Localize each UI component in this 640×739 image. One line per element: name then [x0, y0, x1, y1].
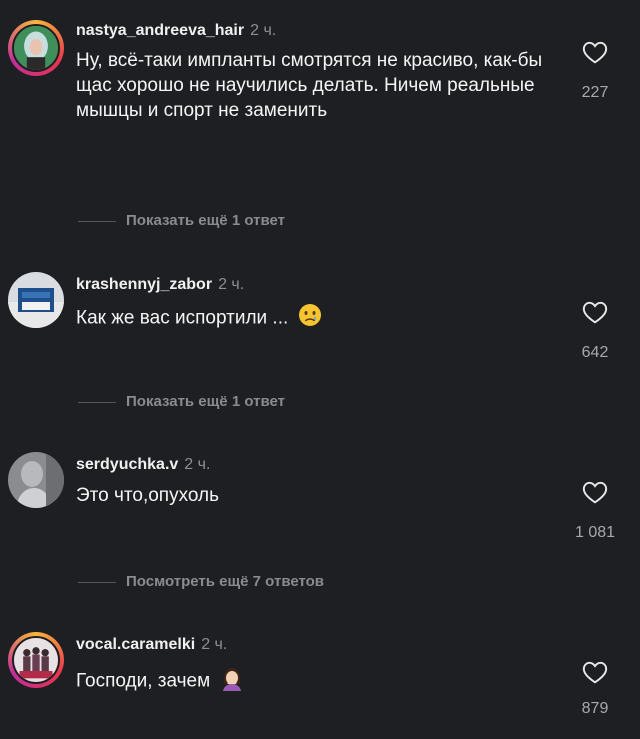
comment-header: serdyuchka.v 2 ч. [76, 456, 210, 474]
comment-text-row: Как же вас испортили ... [76, 303, 576, 334]
username[interactable]: nastya_andreeva_hair [76, 22, 244, 39]
divider [78, 220, 116, 222]
avatar[interactable] [8, 20, 64, 76]
timestamp: 2 ч. [201, 636, 228, 653]
facepalm-woman-icon [219, 665, 245, 698]
like-count: 227 [581, 84, 609, 101]
comment-item: nastya_andreeva_hair 2 ч. Ну, всё-таки им… [0, 0, 640, 260]
username[interactable]: vocal.caramelki [76, 636, 195, 653]
heart-icon[interactable] [582, 480, 608, 504]
username[interactable]: serdyuchka.v [76, 456, 178, 473]
comment-text: Как же вас испортили ... [76, 307, 289, 329]
like-control: 227 [572, 40, 618, 102]
like-control: 642 [572, 300, 618, 362]
avatar[interactable] [8, 632, 64, 688]
comment-text: Это что,опухоль [76, 485, 220, 506]
like-count: 879 [581, 700, 609, 717]
comment-item: krashennyj_zabor 2 ч. Как же вас испортил… [0, 260, 640, 440]
comment-header: nastya_andreeva_hair 2 ч. [76, 22, 276, 40]
comment-text: Господи, зачем [76, 670, 211, 692]
show-replies-button[interactable]: Показать ещё 1 ответ [78, 212, 285, 229]
timestamp: 2 ч. [218, 276, 245, 293]
comment-item: serdyuchka.v 2 ч. Это что,опухоль 1 081 П… [0, 440, 640, 620]
crying-face-icon [298, 303, 322, 334]
like-control: 1 081 [572, 480, 618, 542]
like-control: 879 [572, 660, 618, 718]
heart-icon[interactable] [582, 300, 608, 324]
comment-text: Ну, всё-таки импланты смотрятся не краси… [76, 50, 543, 121]
username[interactable]: krashennyj_zabor [76, 276, 212, 293]
avatar[interactable] [8, 452, 64, 508]
show-replies-button[interactable]: Посмотреть ещё 7 ответов [78, 573, 324, 590]
comment-header: krashennyj_zabor 2 ч. [76, 276, 244, 294]
heart-icon[interactable] [582, 40, 608, 64]
like-count: 1 081 [574, 524, 616, 541]
like-count: 642 [581, 344, 609, 361]
timestamp: 2 ч. [250, 22, 277, 39]
divider [78, 401, 116, 403]
comment-header: vocal.caramelki 2 ч. [76, 636, 227, 654]
timestamp: 2 ч. [184, 456, 211, 473]
avatar[interactable] [8, 272, 64, 328]
divider [78, 581, 116, 583]
comment-item: vocal.caramelki 2 ч. Господи, зачем 879 [0, 620, 640, 739]
show-replies-button[interactable]: Показать ещё 1 ответ [78, 393, 285, 410]
comment-text-row: Господи, зачем [76, 665, 576, 698]
heart-icon[interactable] [582, 660, 608, 684]
